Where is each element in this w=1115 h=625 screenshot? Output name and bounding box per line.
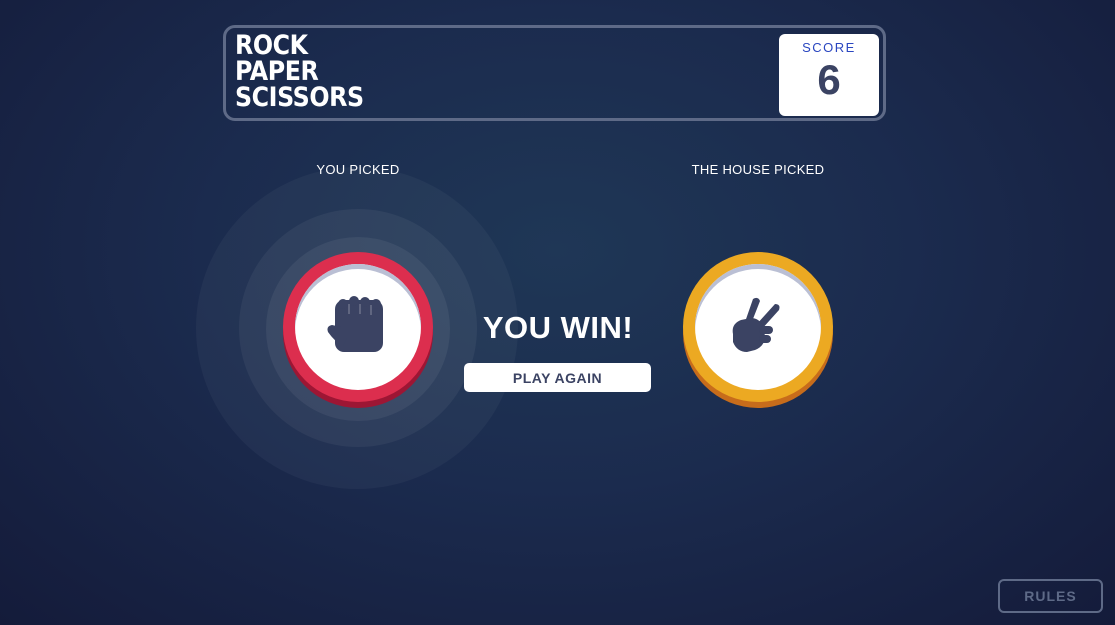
house-choice-scissors-chip xyxy=(683,252,833,402)
house-picked-label: THE HOUSE PICKED xyxy=(691,162,825,177)
player-chip-face xyxy=(295,264,421,390)
player-choice-rock-chip xyxy=(283,252,433,402)
score-value: 6 xyxy=(817,56,841,103)
house-chip-face xyxy=(695,264,821,390)
scissors-hand-icon xyxy=(725,294,791,360)
result-text: YOU WIN! xyxy=(482,310,634,345)
score-box: SCORE 6 xyxy=(779,34,879,116)
title-line-scissors: SCISSORS xyxy=(235,82,364,113)
header-bar: ROCK PAPER SCISSORS SCORE 6 xyxy=(223,25,886,121)
rock-hand-icon xyxy=(325,294,391,360)
score-label: SCORE xyxy=(802,40,856,55)
play-again-button[interactable]: PLAY AGAIN xyxy=(464,363,651,392)
game-title: ROCK PAPER SCISSORS xyxy=(235,32,364,113)
rules-button[interactable]: RULES xyxy=(998,579,1103,613)
